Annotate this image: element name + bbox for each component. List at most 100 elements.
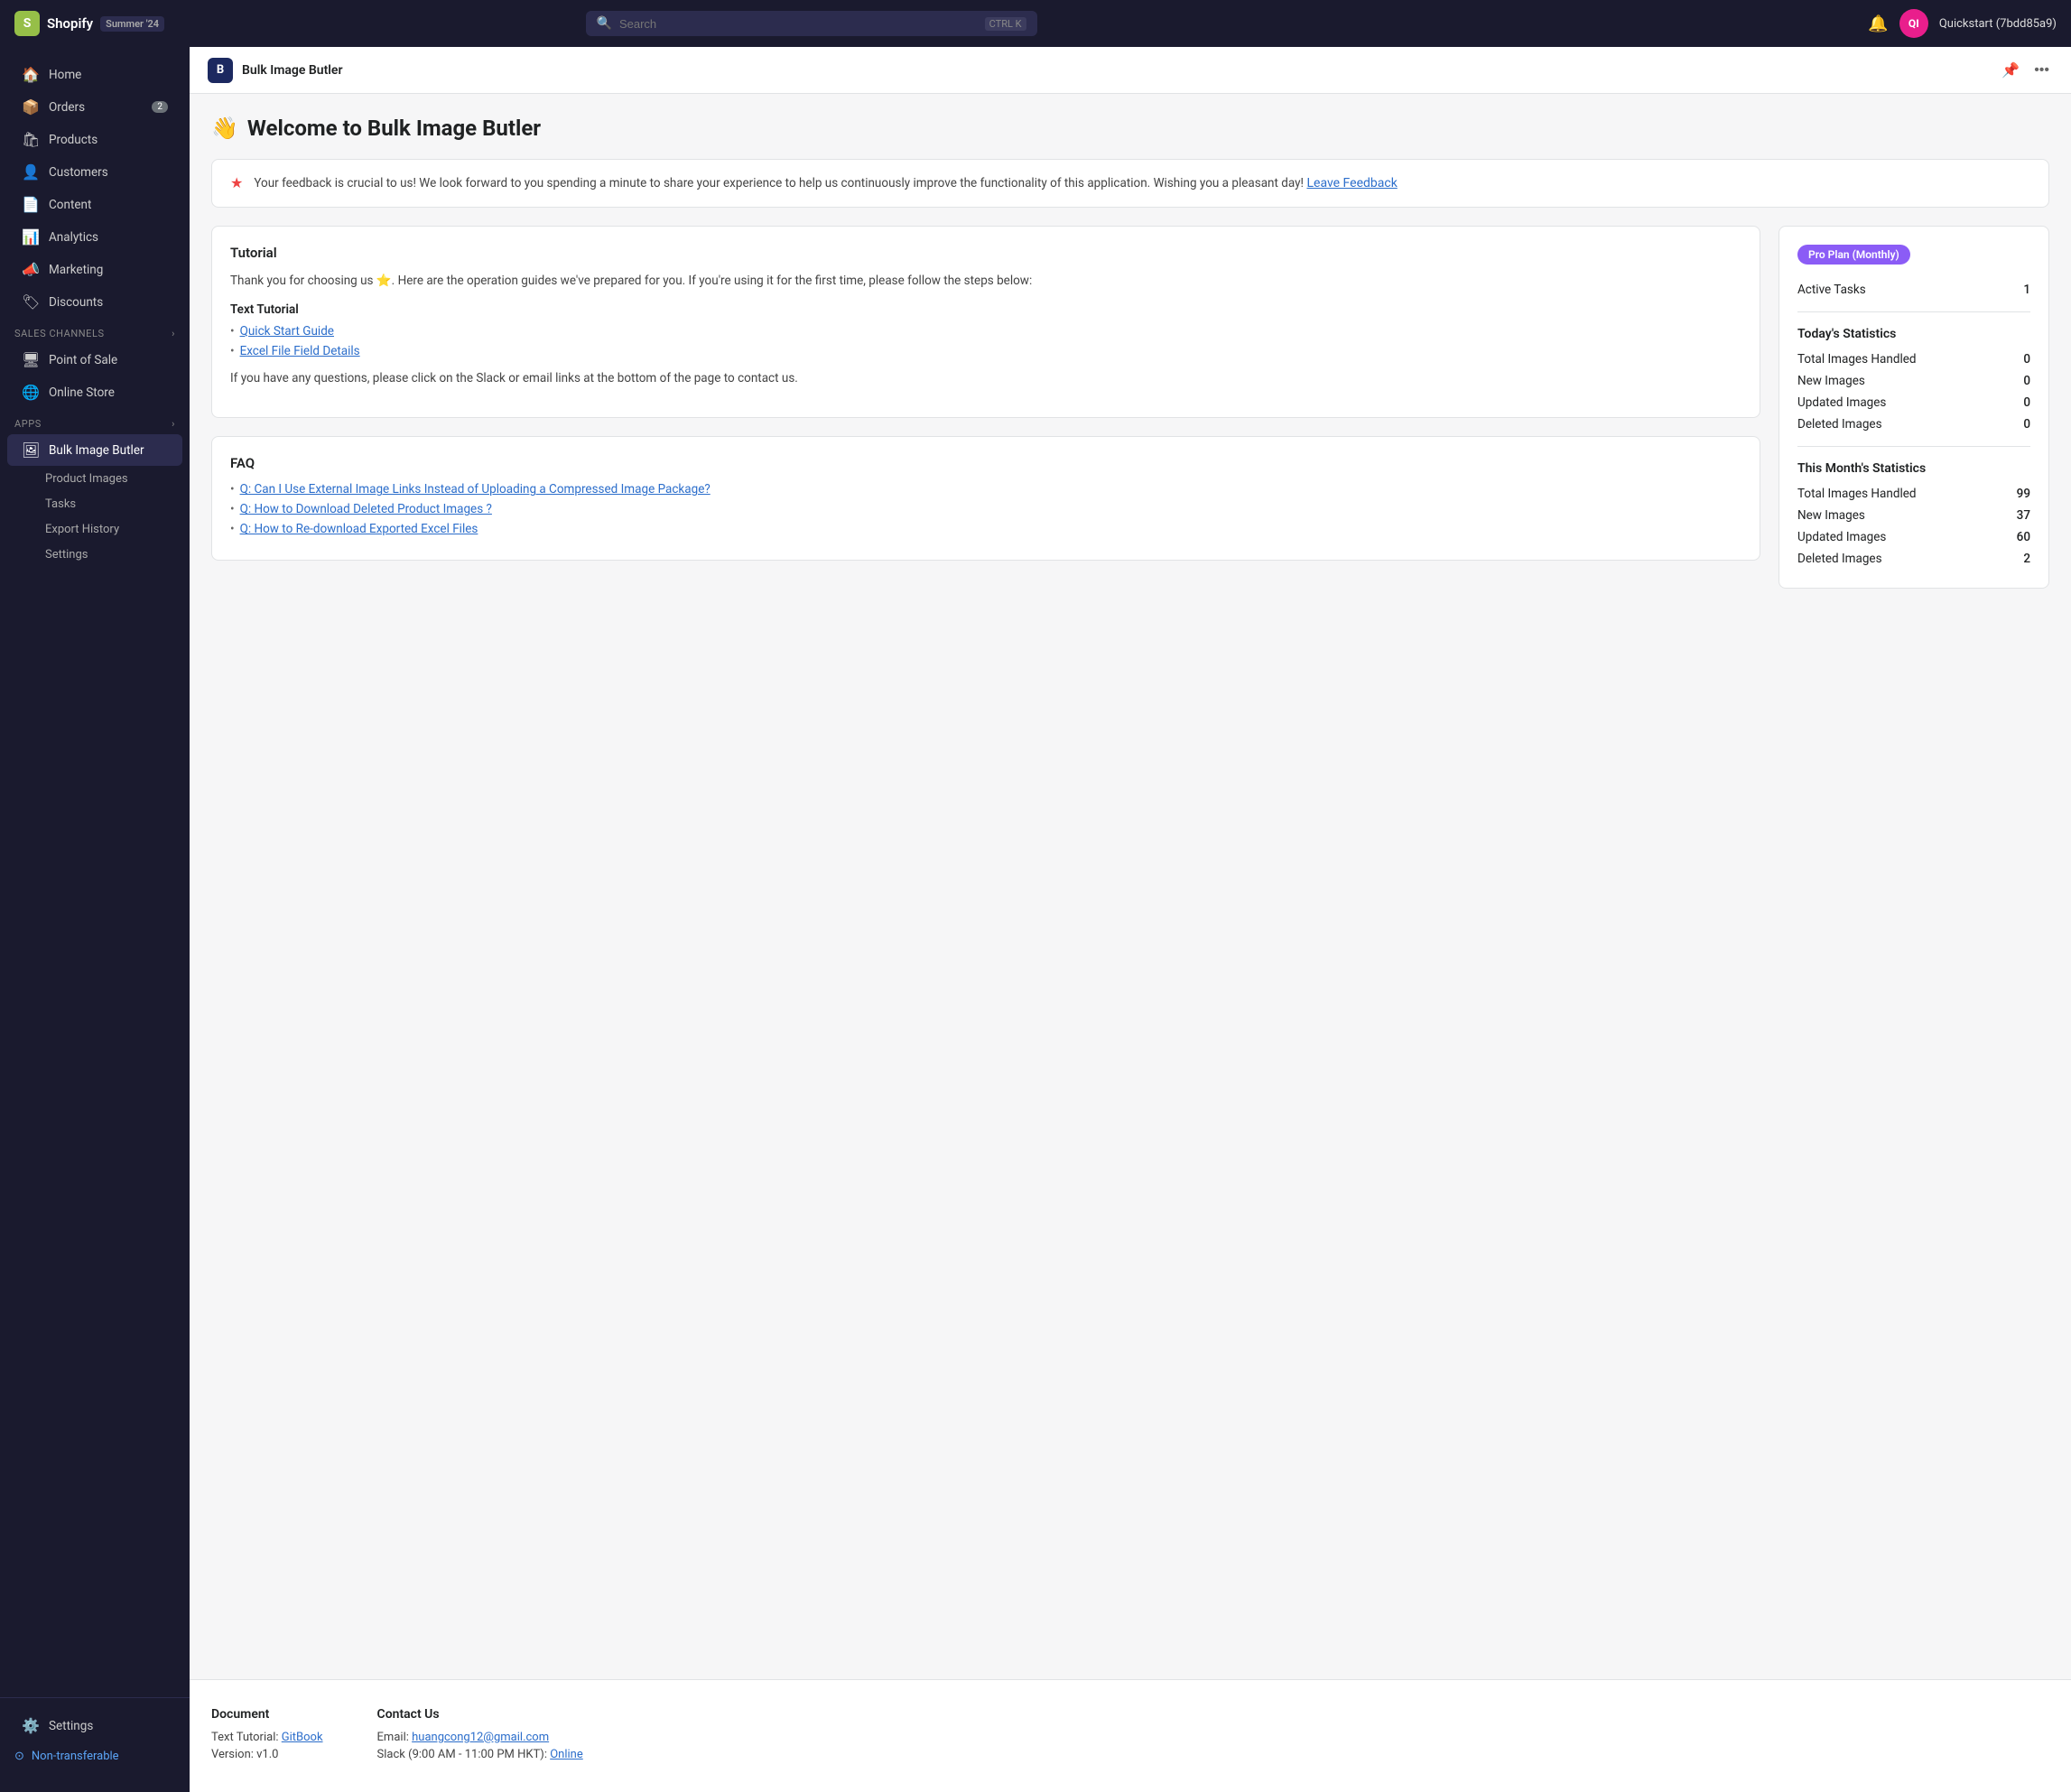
orders-badge: 2: [152, 101, 168, 113]
sidebar-item-settings[interactable]: ⚙️ Settings: [7, 1710, 182, 1741]
wave-emoji: 👋: [211, 116, 238, 141]
month-deleted-row: Deleted Images 2: [1797, 548, 2030, 570]
sidebar-item-label: Customers: [49, 165, 108, 180]
sidebar-subitem-export-history[interactable]: Export History: [7, 517, 182, 542]
sidebar-subitem-product-images[interactable]: Product Images: [7, 467, 182, 491]
month-stats-title: This Month's Statistics: [1797, 461, 2030, 476]
sidebar-item-customers[interactable]: 👤 Customers: [7, 156, 182, 188]
sidebar-item-content[interactable]: 📄 Content: [7, 189, 182, 220]
shopify-icon: S: [14, 11, 40, 36]
sidebar-bottom: ⚙️ Settings ⊙ Non-transferable: [0, 1697, 190, 1781]
search-bar[interactable]: 🔍 CTRL K: [586, 11, 1037, 36]
label: Deleted Images: [1797, 552, 1882, 566]
footer-doc: Document Text Tutorial: GitBook Version:…: [211, 1707, 323, 1765]
today-new-row: New Images 0: [1797, 370, 2030, 392]
faq-item-3: • Q: How to Re-download Exported Excel F…: [230, 522, 1741, 536]
sidebar-item-products[interactable]: 🛍 Products: [7, 124, 182, 155]
non-transferable-item[interactable]: ⊙ Non-transferable: [0, 1742, 190, 1770]
sidebar-subitem-label: Export History: [45, 523, 119, 536]
faq-item-1: • Q: Can I Use External Image Links Inst…: [230, 482, 1741, 497]
customers-icon: 👤: [22, 163, 40, 181]
sidebar-item-label: Bulk Image Butler: [49, 443, 144, 458]
today-updated-row: Updated Images 0: [1797, 392, 2030, 413]
products-icon: 🛍: [22, 131, 40, 148]
more-button[interactable]: •••: [2030, 58, 2053, 83]
active-tasks-label: Active Tasks: [1797, 283, 1866, 297]
sidebar-item-marketing[interactable]: 📣 Marketing: [7, 254, 182, 285]
label: Updated Images: [1797, 530, 1886, 544]
value: 0: [2023, 395, 2030, 410]
sidebar-subitem-tasks[interactable]: Tasks: [7, 492, 182, 516]
orders-icon: 📦: [22, 98, 40, 116]
label: Total Images Handled: [1797, 352, 1917, 367]
settings-icon: ⚙️: [22, 1717, 40, 1734]
sidebar-item-label: Marketing: [49, 263, 103, 277]
sidebar-subitem-label: Product Images: [45, 472, 128, 486]
app-header-actions: 📌 •••: [1998, 58, 2053, 83]
sidebar-item-label: Products: [49, 133, 98, 147]
star-icon: ★: [230, 174, 243, 191]
gitbook-link[interactable]: GitBook: [282, 1731, 323, 1744]
value: 60: [2017, 530, 2030, 544]
tutorial-card: Tutorial Thank you for choosing us ⭐. He…: [211, 226, 1760, 418]
label: Deleted Images: [1797, 417, 1882, 432]
user-label: Quickstart (7bdd85a9): [1939, 17, 2057, 31]
bullet: •: [230, 502, 235, 516]
search-input[interactable]: [619, 17, 978, 31]
discounts-icon: 🏷: [22, 293, 40, 311]
left-column: Tutorial Thank you for choosing us ⭐. He…: [211, 226, 1760, 561]
label: New Images: [1797, 374, 1865, 388]
feedback-link[interactable]: Leave Feedback: [1306, 176, 1397, 190]
doc-title: Document: [211, 1707, 323, 1722]
today-deleted-row: Deleted Images 0: [1797, 413, 2030, 435]
doc-version: Version: v1.0: [211, 1748, 323, 1761]
home-icon: 🏠: [22, 66, 40, 83]
sidebar-item-home[interactable]: 🏠 Home: [7, 59, 182, 90]
notification-icon[interactable]: 🔔: [1868, 14, 1888, 33]
stats-panel: Pro Plan (Monthly) Active Tasks 1 Today'…: [1778, 226, 2049, 589]
tutorial-link-2: • Excel File Field Details: [230, 344, 1741, 358]
sidebar-item-label: Point of Sale: [49, 353, 117, 367]
quick-start-link[interactable]: Quick Start Guide: [240, 324, 334, 339]
sidebar-item-label: Content: [49, 198, 91, 212]
marketing-icon: 📣: [22, 261, 40, 278]
sidebar-subitem-settings[interactable]: Settings: [7, 543, 182, 567]
value: 0: [2023, 352, 2030, 367]
footer-contact: Contact Us Email: huangcong12@gmail.com …: [377, 1707, 583, 1765]
sidebar-nav: 🏠 Home 📦 Orders 2 🛍 Products 👤 Customers…: [0, 58, 190, 1690]
apps-label: Apps ›: [0, 409, 190, 433]
sidebar-item-online-store[interactable]: 🌐 Online Store: [7, 376, 182, 408]
layout: 🏠 Home 📦 Orders 2 🛍 Products 👤 Customers…: [0, 0, 2071, 1792]
faq-item-2: • Q: How to Download Deleted Product Ima…: [230, 502, 1741, 516]
email-link[interactable]: huangcong12@gmail.com: [412, 1731, 549, 1744]
tutorial-intro: Thank you for choosing us ⭐. Here are th…: [230, 272, 1741, 292]
tutorial-link-1: • Quick Start Guide: [230, 324, 1741, 339]
sidebar-item-analytics[interactable]: 📊 Analytics: [7, 221, 182, 253]
tutorial-contact-text: If you have any questions, please click …: [230, 369, 1741, 389]
faq-link-2[interactable]: Q: How to Download Deleted Product Image…: [240, 502, 492, 516]
sidebar-item-bulk-image-butler[interactable]: 🖼 Bulk Image Butler: [7, 434, 182, 466]
bulk-image-butler-icon: 🖼: [22, 441, 40, 459]
excel-field-link[interactable]: Excel File Field Details: [240, 344, 360, 358]
feedback-text: Your feedback is crucial to us! We look …: [254, 176, 1304, 190]
sidebar-subitem-label: Tasks: [45, 497, 76, 511]
faq-link-1[interactable]: Q: Can I Use External Image Links Instea…: [240, 482, 710, 497]
sidebar: 🏠 Home 📦 Orders 2 🛍 Products 👤 Customers…: [0, 47, 190, 1792]
sidebar-item-label: Settings: [49, 1719, 93, 1733]
faq-link-3[interactable]: Q: How to Re-download Exported Excel Fil…: [240, 522, 478, 536]
chevron-icon: ›: [172, 418, 175, 430]
sidebar-item-pos[interactable]: 🖥 Point of Sale: [7, 344, 182, 376]
contact-slack-row: Slack (9:00 AM - 11:00 PM HKT): Online: [377, 1748, 583, 1761]
bullet: •: [230, 482, 235, 497]
slack-link[interactable]: Online: [550, 1748, 583, 1761]
welcome-title: 👋 Welcome to Bulk Image Butler: [211, 116, 2049, 141]
search-shortcut: CTRL K: [985, 17, 1026, 31]
app-header: B Bulk Image Butler 📌 •••: [190, 47, 2071, 94]
sidebar-item-orders[interactable]: 📦 Orders 2: [7, 91, 182, 123]
topbar: S Shopify Summer '24 🔍 CTRL K 🔔 QI Quick…: [0, 0, 2071, 47]
bullet: •: [230, 344, 235, 358]
value: 99: [2017, 487, 2030, 501]
app-icon: B: [208, 58, 233, 83]
pin-button[interactable]: 📌: [1998, 58, 2023, 83]
sidebar-item-discounts[interactable]: 🏷 Discounts: [7, 286, 182, 318]
